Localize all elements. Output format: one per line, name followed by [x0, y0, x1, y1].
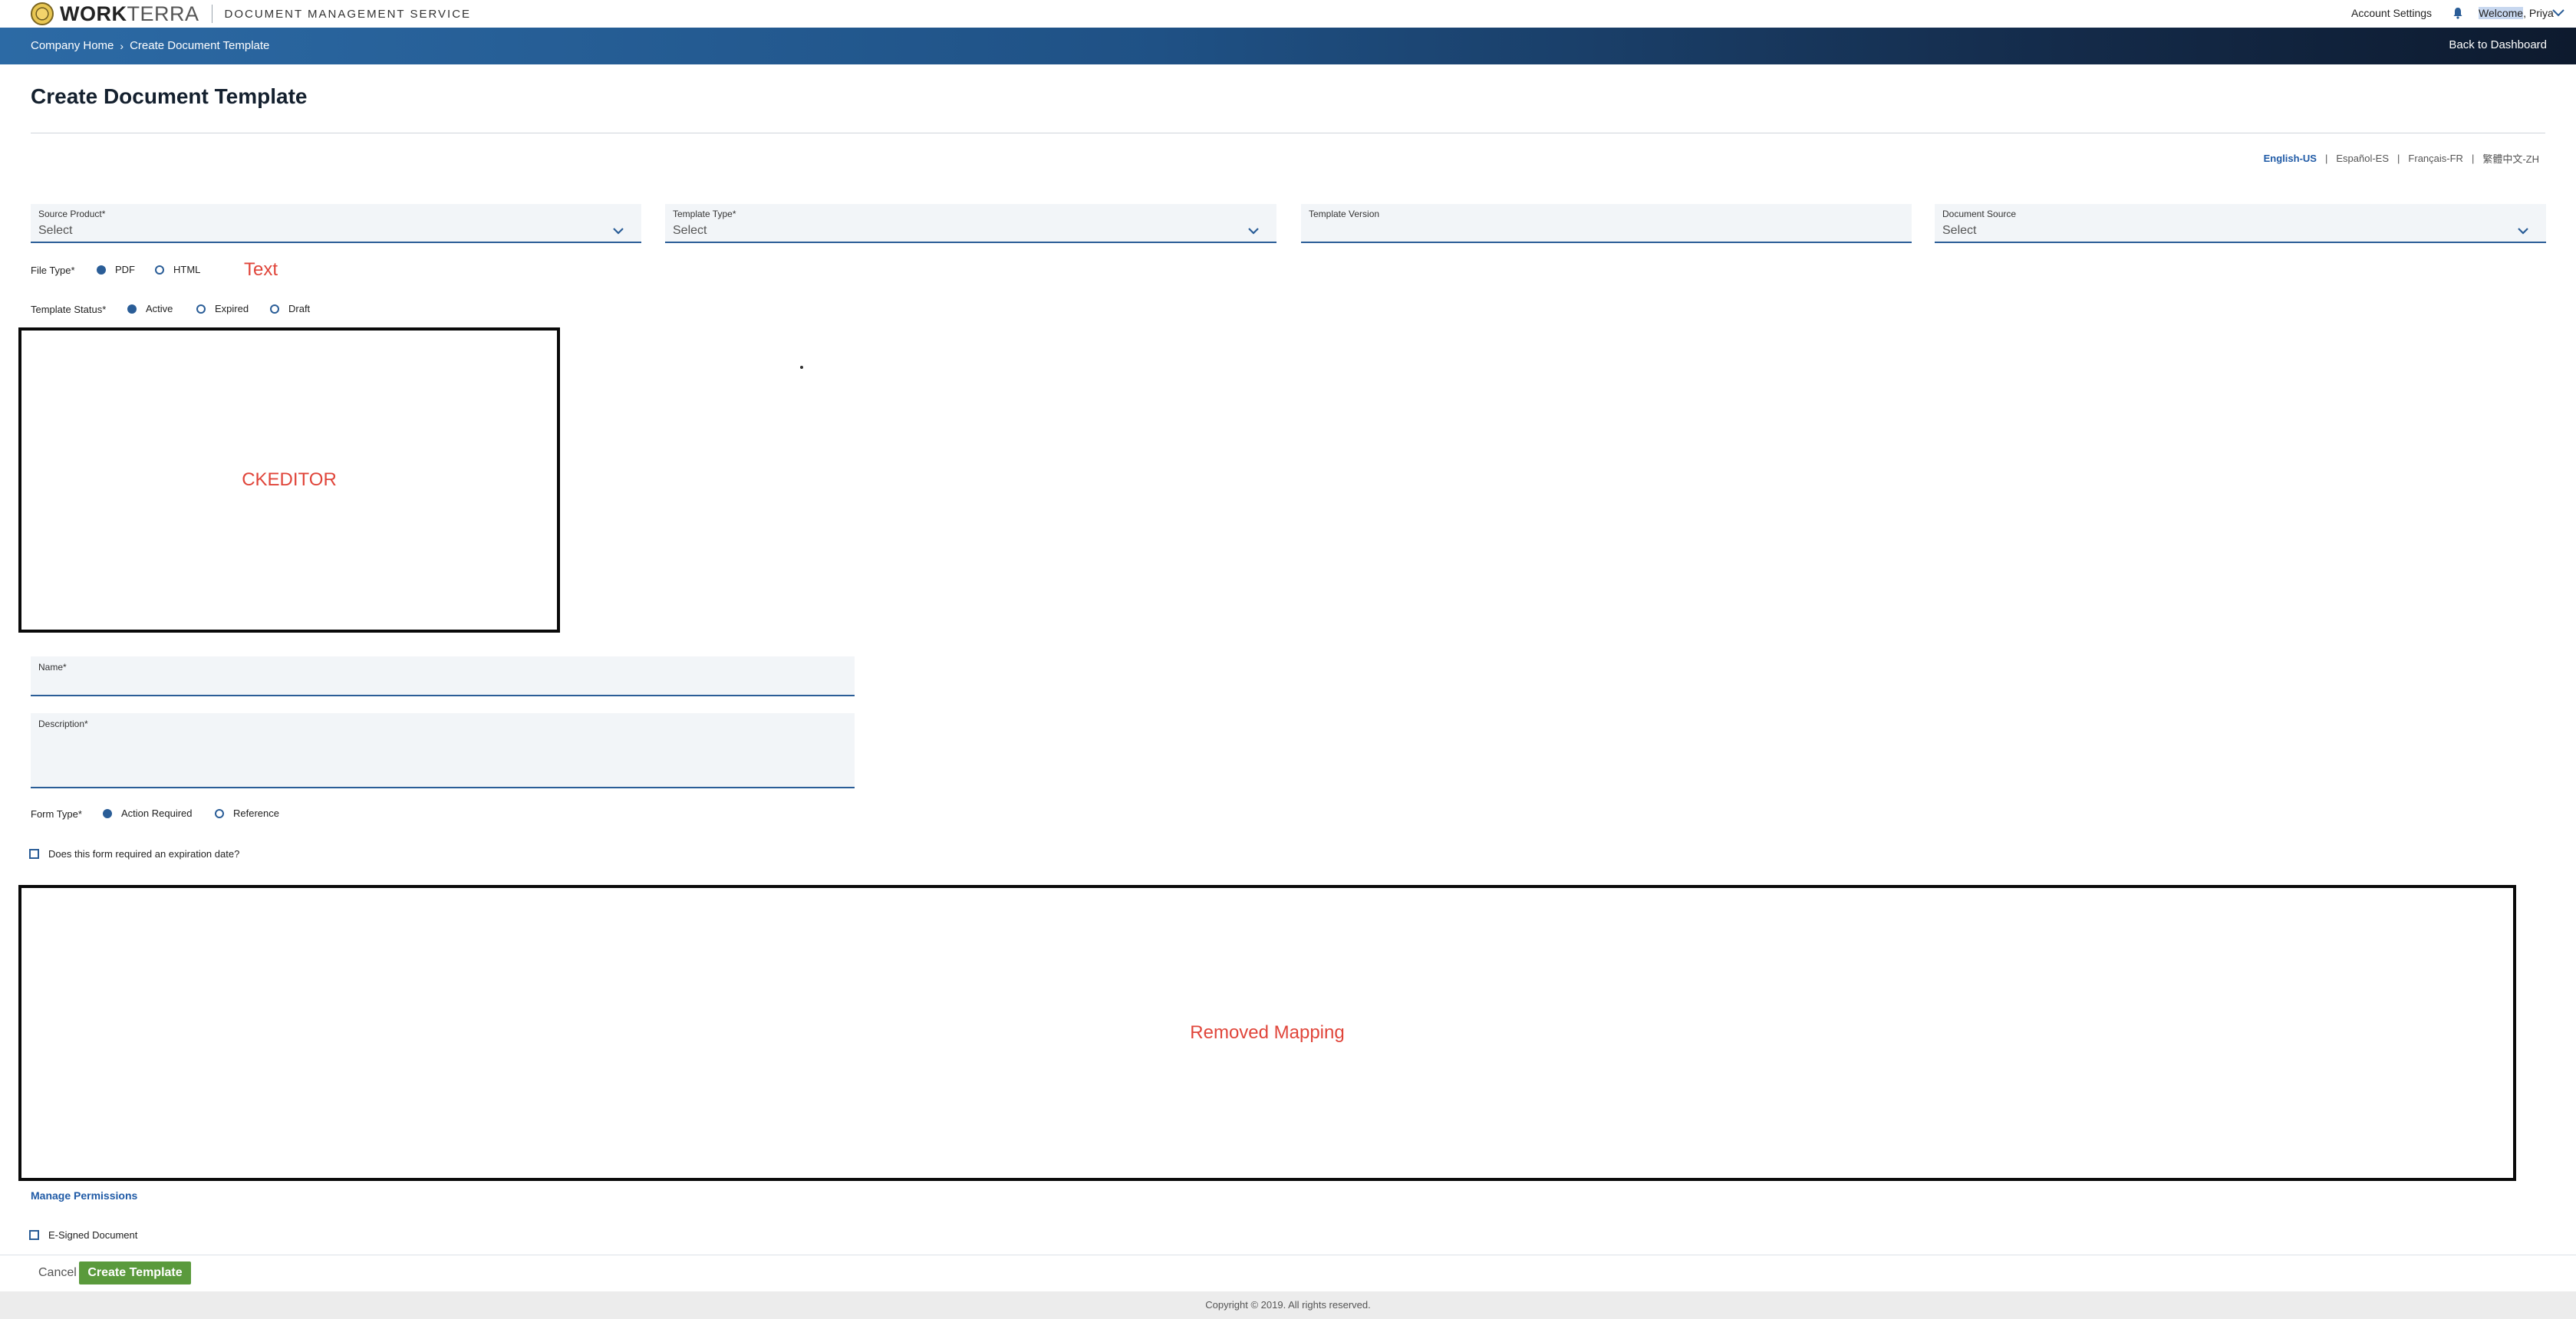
name-input[interactable]: Name*: [31, 656, 855, 696]
chevron-down-icon[interactable]: [2551, 8, 2565, 18]
action-bar: Cancel Create Template: [0, 1255, 2576, 1291]
lang-chinese[interactable]: 繁體中文-ZH: [2482, 151, 2539, 166]
ckeditor-placeholder: CKEDITOR: [242, 469, 337, 490]
document-source-value: Select: [1942, 224, 1977, 237]
account-settings-link[interactable]: Account Settings: [2351, 7, 2432, 19]
top-header: WORKTERRA DOCUMENT MANAGEMENT SERVICE Ac…: [0, 0, 2576, 28]
form-type-label: Form Type*: [31, 808, 82, 820]
lang-spanish[interactable]: Español-ES: [2336, 153, 2389, 164]
breadcrumb-separator: ›: [120, 39, 124, 52]
description-label: Description*: [38, 719, 88, 729]
ckeditor-area[interactable]: CKEDITOR: [18, 327, 560, 633]
source-product-select[interactable]: Source Product* Select: [31, 204, 641, 243]
breadcrumb-company-home[interactable]: Company Home: [31, 39, 114, 52]
brand-logo[interactable]: WORKTERRA DOCUMENT MANAGEMENT SERVICE: [31, 2, 471, 25]
stray-dot: [800, 366, 803, 369]
lang-english[interactable]: English-US: [2264, 153, 2317, 164]
esigned-document-checkbox[interactable]: E-Signed Document: [29, 1229, 137, 1241]
mapping-area: Removed Mapping: [18, 885, 2516, 1181]
form-type-action-required-radio[interactable]: Action Required: [103, 808, 193, 819]
source-product-value: Select: [38, 224, 73, 237]
breadcrumb-bar: Company Home › Create Document Template …: [0, 28, 2576, 64]
back-to-dashboard-link[interactable]: Back to Dashboard: [2449, 38, 2547, 51]
expiration-date-checkbox[interactable]: Does this form required an expiration da…: [29, 848, 239, 860]
bell-icon[interactable]: [2452, 7, 2463, 19]
mapping-placeholder: Removed Mapping: [1190, 1022, 1345, 1043]
form-type-reference-radio[interactable]: Reference: [215, 808, 279, 819]
file-type-pdf-radio[interactable]: PDF: [97, 264, 135, 275]
chevron-down-icon: [613, 228, 624, 235]
template-type-label: Template Type*: [673, 209, 736, 219]
status-active-radio[interactable]: Active: [127, 303, 173, 314]
document-source-label: Document Source: [1942, 209, 2017, 219]
service-name: DOCUMENT MANAGEMENT SERVICE: [224, 7, 472, 21]
page-title: Create Document Template: [31, 84, 308, 108]
create-template-button[interactable]: Create Template: [79, 1261, 191, 1284]
lang-french[interactable]: Français-FR: [2408, 153, 2463, 164]
welcome-user[interactable]: Welcome, Priya: [2479, 7, 2554, 19]
copyright-text: Copyright © 2019. All rights reserved.: [1205, 1299, 1371, 1311]
language-switcher: English-US | Español-ES | Français-FR | …: [2263, 151, 2539, 166]
chevron-down-icon: [1248, 228, 1259, 235]
template-type-select[interactable]: Template Type* Select: [665, 204, 1276, 243]
footer: Copyright © 2019. All rights reserved.: [0, 1291, 2576, 1319]
brand-wordmark: WORKTERRA: [60, 2, 199, 25]
cancel-button[interactable]: Cancel: [38, 1266, 77, 1280]
template-version-input[interactable]: Template Version: [1301, 204, 1912, 243]
breadcrumb: Company Home › Create Document Template: [31, 39, 269, 52]
template-status-label: Template Status*: [31, 304, 107, 315]
file-type-annotation: Text: [244, 259, 278, 280]
template-version-label: Template Version: [1309, 209, 1380, 219]
chevron-down-icon: [2518, 228, 2528, 235]
status-draft-radio[interactable]: Draft: [270, 303, 310, 314]
template-type-value: Select: [673, 224, 707, 237]
file-type-label: File Type*: [31, 265, 75, 276]
file-type-html-radio[interactable]: HTML: [155, 264, 200, 275]
seal-icon: [31, 2, 54, 25]
source-product-label: Source Product*: [38, 209, 106, 219]
status-expired-radio[interactable]: Expired: [196, 303, 249, 314]
manage-permissions-link[interactable]: Manage Permissions: [31, 1189, 137, 1202]
name-label: Name*: [38, 662, 67, 673]
document-source-select[interactable]: Document Source Select: [1935, 204, 2546, 243]
breadcrumb-current: Create Document Template: [130, 39, 270, 52]
description-textarea[interactable]: Description*: [31, 713, 855, 788]
